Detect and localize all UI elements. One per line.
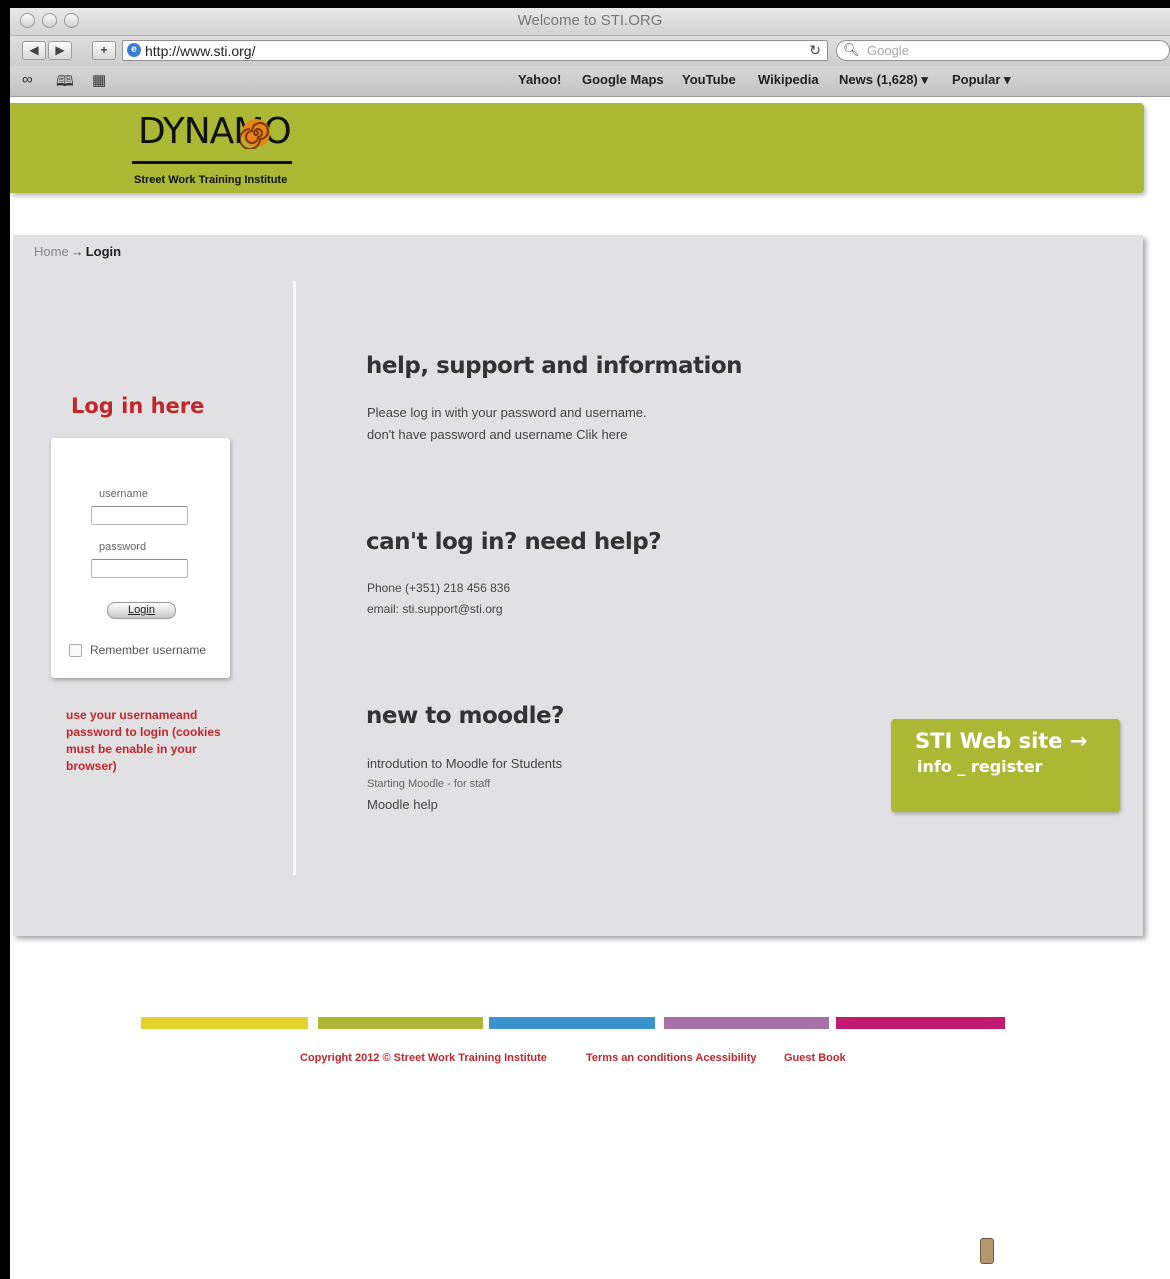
title-bar: Welcome to STI.ORG [10,8,1170,36]
reload-icon[interactable]: ↻ [809,42,821,59]
back-button[interactable]: ◀ [22,41,46,60]
bookmark-yahoo[interactable]: Yahoo! [518,72,561,87]
help-line-2-link[interactable]: don't have password and username Clik he… [367,427,627,442]
bookmark-news[interactable]: News (1,628) ▾ [839,72,928,88]
footer-guestbook-link[interactable]: Guest Book [784,1052,846,1064]
search-icon: 🔍︎ [843,42,860,57]
globe-icon: e [127,43,141,57]
moodle-staff-link[interactable]: Starting Moodle - for staff [367,778,490,790]
book-icon[interactable]: 🕮︎ [56,71,74,96]
bookmark-youtube[interactable]: YouTube [682,72,736,87]
bookmark-popular[interactable]: Popular ▾ [952,72,1011,88]
browser-window: Welcome to STI.ORG ◀ ▶ + e http://www.st… [10,8,1170,1279]
bookmark-wikipedia[interactable]: Wikipedia [758,72,819,87]
breadcrumb: Home → Login [34,244,121,259]
login-heading: Log in here [71,394,205,418]
grid-icon[interactable]: ▦ [92,71,106,89]
color-strip-segment [489,1017,655,1029]
login-button[interactable]: Login [107,602,176,619]
page-content: DYNAMO Street Work Training Institute Ho… [10,97,1170,1279]
search-placeholder: Google [867,43,909,58]
help-section-title: help, support and information [366,353,743,379]
scroll-handle[interactable] [980,1238,994,1264]
moodle-help-link[interactable]: Moodle help [367,797,438,812]
login-note: use your usernameand password to login (… [66,708,221,773]
color-strip-segment [836,1017,1005,1029]
remember-username-checkbox[interactable] [69,644,82,657]
site-header: DYNAMO Street Work Training Institute [10,103,1144,193]
add-bookmark-button[interactable]: + [92,41,116,60]
support-email-link[interactable]: email: sti.support@sti.org [367,602,503,616]
color-strip-segment [664,1017,829,1029]
moodle-students-link[interactable]: introdution to Moodle for Students [367,756,562,771]
main-panel: Home → Login Log in here username password… [13,235,1143,936]
username-label: username [99,488,148,500]
need-help-section-title: can't log in? need help? [366,529,662,555]
logo-underline [132,161,292,164]
logo-tagline: Street Work Training Institute [134,174,288,186]
column-divider [293,281,296,875]
color-strip-segment [318,1017,483,1029]
username-input[interactable] [91,506,188,525]
bookmark-google-maps[interactable]: Google Maps [582,72,664,87]
bookmarks-bar: ∞ 🕮︎ ▦ Yahoo! Google Maps YouTube Wikipe… [10,66,1170,97]
support-phone: Phone (+351) 218 456 836 [367,581,511,595]
color-strip-segment [141,1017,308,1029]
sti-website-label: STI Web site → [915,729,1088,753]
footer-terms-link[interactable]: Terms an conditions Acessibility [586,1052,757,1064]
spiral-icon [240,119,270,149]
address-bar[interactable]: e http://www.sti.org/ ↻ [122,40,828,61]
sti-info-register-label: info _ register [917,757,1043,776]
window-title: Welcome to STI.ORG [517,12,663,29]
breadcrumb-arrow-icon: → [70,244,84,259]
footer-copyright: Copyright 2012 © Street Work Training In… [300,1052,547,1064]
reader-glasses-icon[interactable]: ∞ [22,71,33,88]
password-input[interactable] [91,559,188,578]
search-field[interactable]: 🔍︎ Google [836,40,1170,61]
breadcrumb-current: Login [85,244,122,259]
sti-website-button[interactable]: STI Web site → info _ register [891,719,1120,812]
browser-toolbar: ◀ ▶ + e http://www.sti.org/ ↻ 🔍︎ Google [10,36,1170,66]
remember-username-label: Remember username [90,643,207,657]
new-to-moodle-section-title: new to moodle? [366,703,564,729]
login-form: username password Login Remember usernam… [51,438,230,678]
address-text: http://www.sti.org/ [145,43,256,59]
password-label: password [99,541,147,553]
breadcrumb-home-link[interactable]: Home [34,244,69,259]
site-logo[interactable]: DYNAMO Street Work Training Institute [132,111,298,191]
forward-button[interactable]: ▶ [48,41,72,60]
help-line-1: Please log in with your password and use… [367,405,647,420]
